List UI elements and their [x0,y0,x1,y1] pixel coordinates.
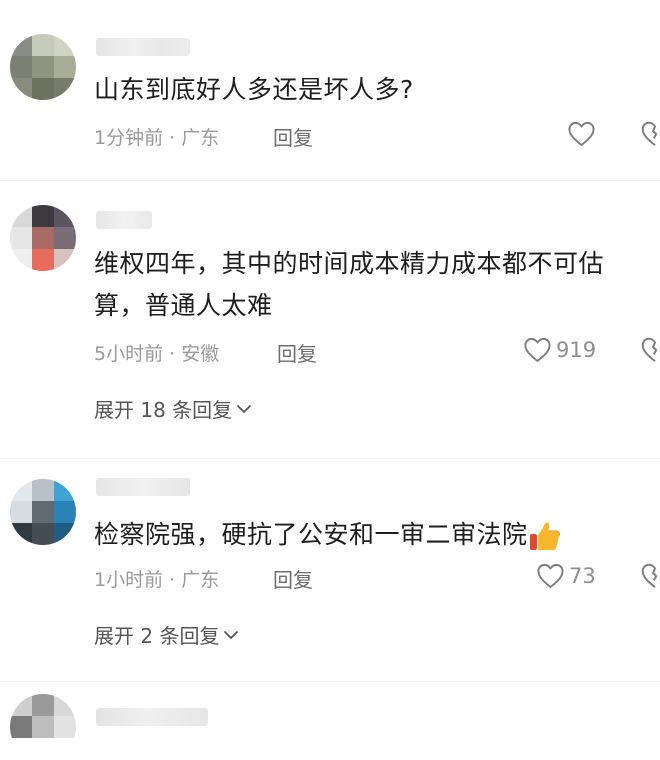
like-count: 919 [556,337,597,362]
broken-heart-icon [641,121,658,146]
avatar[interactable] [10,694,76,760]
comment-text: 维权四年，其中的时间成本精力成本都不可估算，普通人太难 [94,249,605,320]
avatar[interactable] [10,34,76,100]
broken-heart-icon [641,337,658,362]
like-button[interactable] [567,120,600,147]
comment-item [0,682,660,738]
comment-text-body: 检察院强，硬抗了公安和一审二审法院 [94,520,528,549]
dislike-button[interactable] [640,562,660,593]
comment-item: 山东到底好人多还是坏人多? 1分钟前 · 广东 回复 [0,0,660,180]
comment-location: 广东 [181,569,220,591]
reply-button[interactable]: 回复 [273,122,313,151]
broken-heart-icon [641,563,658,588]
username[interactable] [96,478,190,496]
comment-time: 1小时前 [94,569,164,591]
comment-text: 检察院强，硬抗了公安和一审二审法院 [94,514,639,556]
expand-replies-label: 展开 18 条回复 [94,398,233,422]
avatar[interactable] [10,205,76,271]
chevron-down-icon [237,404,252,413]
comment-text: 山东到底好人多还是坏人多? [94,75,414,104]
expand-replies-button[interactable]: 展开 18 条回复 [94,394,252,423]
expand-replies-button[interactable]: 展开 2 条回复 [94,620,239,649]
dislike-button[interactable] [640,336,660,367]
chevron-down-icon [224,630,239,639]
heart-outline-icon [524,337,551,362]
username[interactable] [96,708,208,726]
username[interactable] [96,211,152,229]
like-button[interactable]: 919 [523,336,596,363]
comment-meta: 1分钟前 · 广东 [94,123,219,150]
reply-button[interactable]: 回复 [273,564,313,593]
comment-location: 安徽 [181,343,220,365]
username[interactable] [96,38,190,56]
thumbs-up-emoji [529,522,560,550]
dislike-button[interactable] [640,120,660,151]
comment-time: 1分钟前 [94,127,164,149]
meta-separator: · [169,127,176,149]
comment-item: 检察院强，硬抗了公安和一审二审法院 1小时前 · 广东 回复 73 展开 2 条… [0,459,660,689]
like-button[interactable]: 73 [536,562,596,589]
like-count: 73 [569,563,596,588]
comment-time: 5小时前 [94,343,164,365]
heart-outline-icon [537,563,564,588]
meta-separator: · [169,343,176,365]
comment-meta: 1小时前 · 广东 [94,565,219,592]
reply-button[interactable]: 回复 [277,338,317,367]
expand-replies-label: 展开 2 条回复 [94,624,220,648]
meta-separator: · [169,569,176,591]
comment-location: 广东 [181,127,220,149]
comment-meta: 5小时前 · 安徽 [94,339,219,366]
avatar[interactable] [10,479,76,545]
comment-item: 维权四年，其中的时间成本精力成本都不可估算，普通人太难 5小时前 · 安徽 回复… [0,181,660,461]
heart-outline-icon [568,121,595,146]
